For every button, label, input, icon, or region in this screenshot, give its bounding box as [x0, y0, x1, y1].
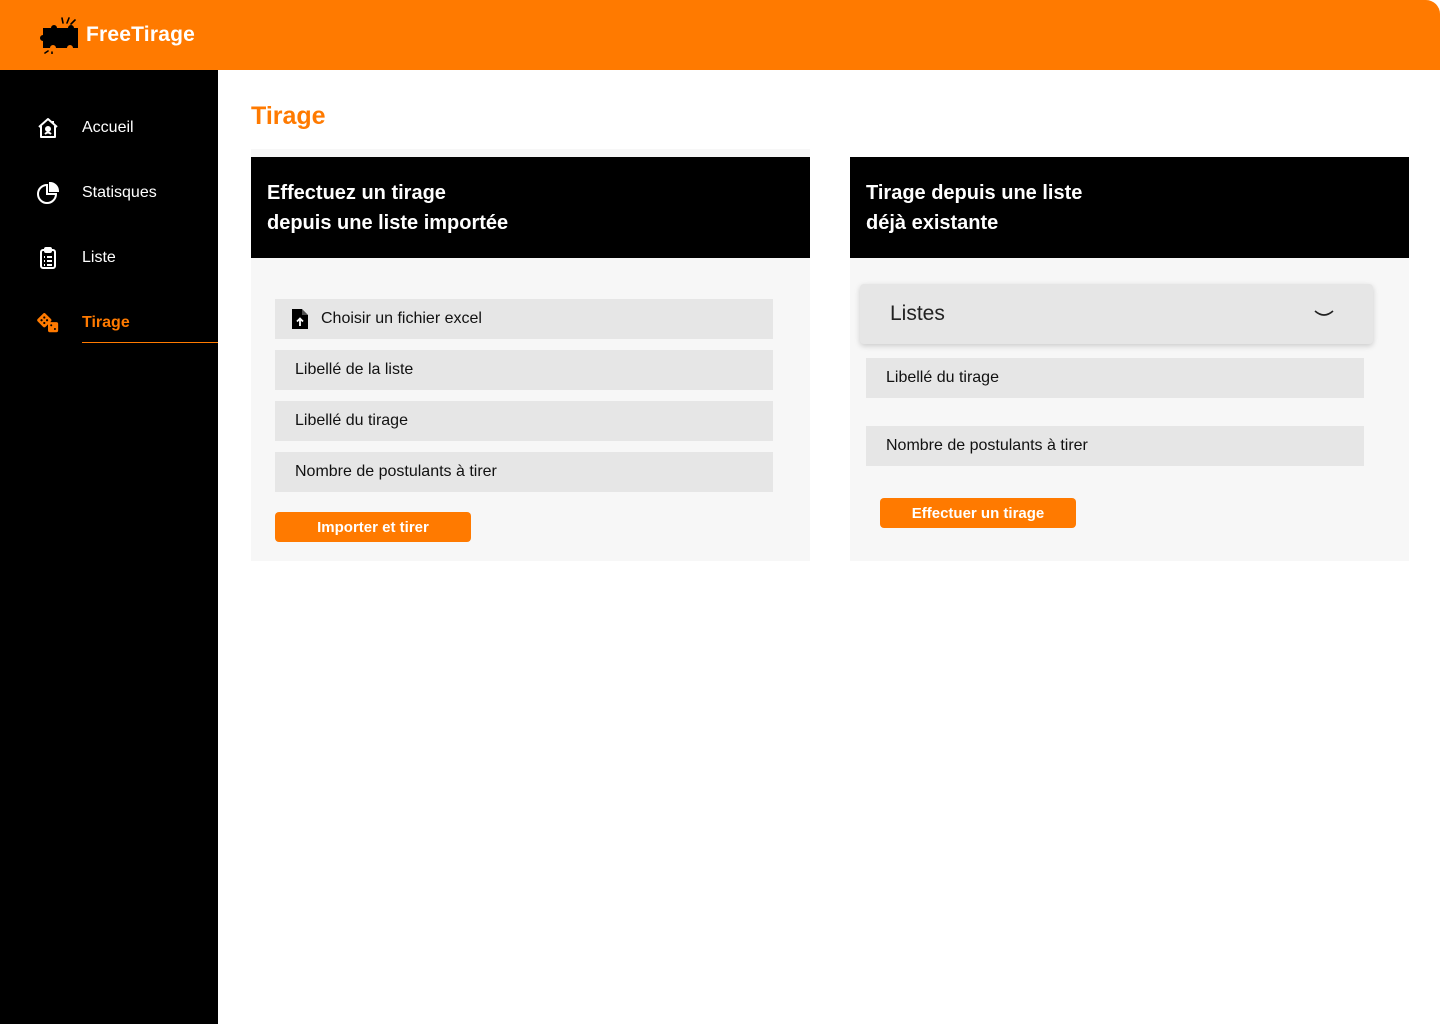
home-icon: [38, 118, 58, 138]
brand-logo[interactable]: FreeTirage: [40, 16, 195, 54]
list-select-value: Listes: [890, 302, 945, 325]
applicant-count-input[interactable]: Nombre de postulants à tirer: [866, 426, 1364, 466]
list-select[interactable]: Listes: [860, 284, 1373, 344]
file-picker-label: Choisir un fichier excel: [321, 310, 482, 327]
import-and-draw-button[interactable]: Importer et tirer: [275, 512, 471, 542]
import-draw-card: Effectuez un tirage depuis une liste imp…: [251, 149, 810, 561]
top-header: FreeTirage: [0, 0, 1440, 70]
puzzle-logo-icon: [40, 17, 78, 54]
brand-name: FreeTirage: [86, 23, 195, 46]
page-title: Tirage: [251, 102, 326, 130]
dice-icon: [37, 313, 59, 333]
card-title-line2: déjà existante: [866, 212, 999, 234]
sidebar: Accueil Statisques Liste Tirage: [0, 70, 218, 1024]
file-picker[interactable]: Choisir un fichier excel: [275, 299, 773, 339]
list-label-input[interactable]: Libellé de la liste: [275, 350, 773, 390]
draw-label-input[interactable]: Libellé du tirage: [866, 358, 1364, 398]
card-header: Effectuez un tirage depuis une liste imp…: [251, 157, 810, 258]
card-header: Tirage depuis une liste déjà existante: [850, 157, 1409, 258]
sidebar-item-label: Accueil: [82, 119, 134, 136]
sidebar-item-liste[interactable]: Liste: [0, 236, 218, 280]
app-root: FreeTirage Accueil Statisques Liste Tira…: [0, 0, 1440, 1024]
sidebar-item-accueil[interactable]: Accueil: [0, 106, 218, 150]
sidebar-item-label: Liste: [82, 249, 116, 266]
existing-list-draw-card: Tirage depuis une liste déjà existante L…: [850, 157, 1409, 561]
sidebar-item-label: Tirage: [82, 314, 130, 331]
card-title-line2: depuis une liste importée: [267, 212, 509, 234]
card-title-line1: Tirage depuis une liste: [866, 182, 1083, 204]
sidebar-item-statisques[interactable]: Statisques: [0, 171, 218, 215]
draw-label-input[interactable]: Libellé du tirage: [275, 401, 773, 441]
applicant-count-input[interactable]: Nombre de postulants à tirer: [275, 452, 773, 492]
card-title-line1: Effectuez un tirage: [267, 182, 446, 204]
perform-draw-button[interactable]: Effectuer un tirage: [880, 498, 1076, 528]
sidebar-item-label: Statisques: [82, 184, 157, 201]
file-upload-icon: [292, 309, 308, 329]
pie-chart-icon: [37, 181, 60, 204]
sidebar-item-tirage[interactable]: Tirage: [0, 301, 218, 345]
chevron-down-icon: [1314, 310, 1334, 316]
active-indicator: [82, 342, 218, 343]
clipboard-list-icon: [40, 247, 56, 269]
